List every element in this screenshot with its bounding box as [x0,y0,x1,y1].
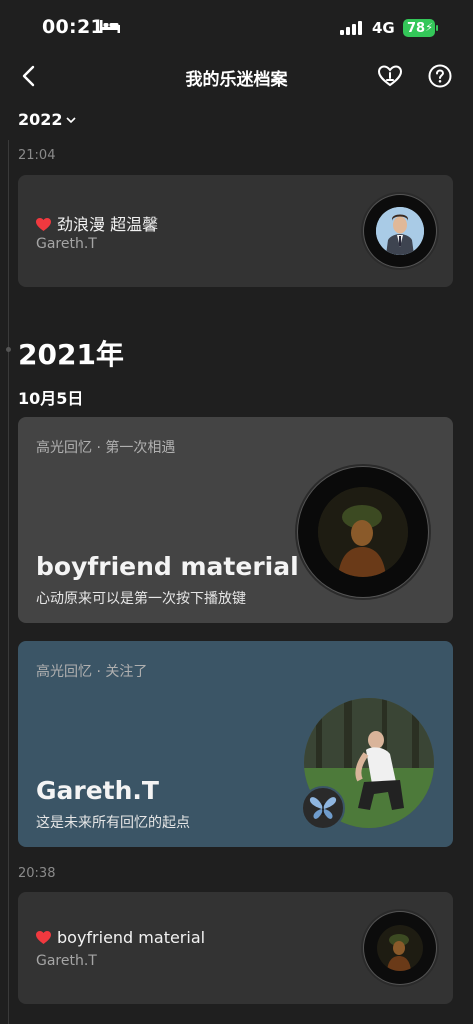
timeline-line [8,140,9,1024]
status-bar: 00:21 4G 78 ⚡ [0,0,473,56]
highlight-subtitle: 这是未来所有回忆的起点 [36,815,190,831]
butterfly-icon [309,797,337,819]
entry-timestamp: 21:04 [18,148,56,163]
entry-timestamp: 20:38 [18,866,56,881]
song-title-text: 劲浪漫 超温馨 [57,215,159,234]
artist-name: Gareth.T [36,953,97,969]
back-chevron-icon[interactable] [18,64,42,88]
battery-indicator: 78 ⚡ [403,19,438,37]
album-cover [377,925,423,971]
status-time: 00:21 [42,16,104,38]
date-heading: 10月5日 [18,389,84,408]
artist-name: Gareth.T [36,236,97,252]
song-title: boyfriend material [36,928,205,947]
album-disc [364,912,436,984]
song-card-2022[interactable]: 劲浪漫 超温馨 Gareth.T [18,175,453,287]
highlight-subtitle: 心动原来可以是第一次按下播放键 [36,591,246,607]
highlight-title: boyfriend material [36,552,299,581]
highlight-card-followed[interactable]: 高光回忆 · 关注了 Gareth.T 这是未来所有回忆的起点 [18,641,453,847]
album-disc [364,195,436,267]
year-selector[interactable]: 2022 [18,110,76,129]
heart-icon [36,218,51,231]
heart-shield-icon[interactable] [377,63,403,89]
sleep-bed-icon [100,20,120,33]
heart-icon [36,931,51,944]
signal-strength-icon [340,21,362,35]
highlight-label: 高光回忆 · 第一次相遇 [36,440,176,456]
chevron-down-icon [65,116,76,123]
timeline-dot [6,347,11,352]
year-selector-label: 2022 [18,110,63,129]
song-card-2021[interactable]: boyfriend material Gareth.T [18,892,453,1004]
highlight-label: 高光回忆 · 关注了 [36,664,148,680]
song-title: 劲浪漫 超温馨 [36,211,158,235]
butterfly-badge [301,786,345,830]
album-cover [318,487,408,577]
highlight-card-first-listen[interactable]: 高光回忆 · 第一次相遇 boyfriend material 心动原来可以是第… [18,417,453,623]
song-title-text: boyfriend material [57,928,206,947]
artist-photo [376,207,424,255]
help-question-icon[interactable] [427,63,453,89]
year-heading: 2021年 [18,338,124,371]
album-disc [298,467,428,597]
battery-level: 78 [406,20,426,36]
charging-bolt-icon: ⚡ [425,21,433,34]
highlight-title: Gareth.T [36,776,159,805]
network-type: 4G [372,19,395,37]
